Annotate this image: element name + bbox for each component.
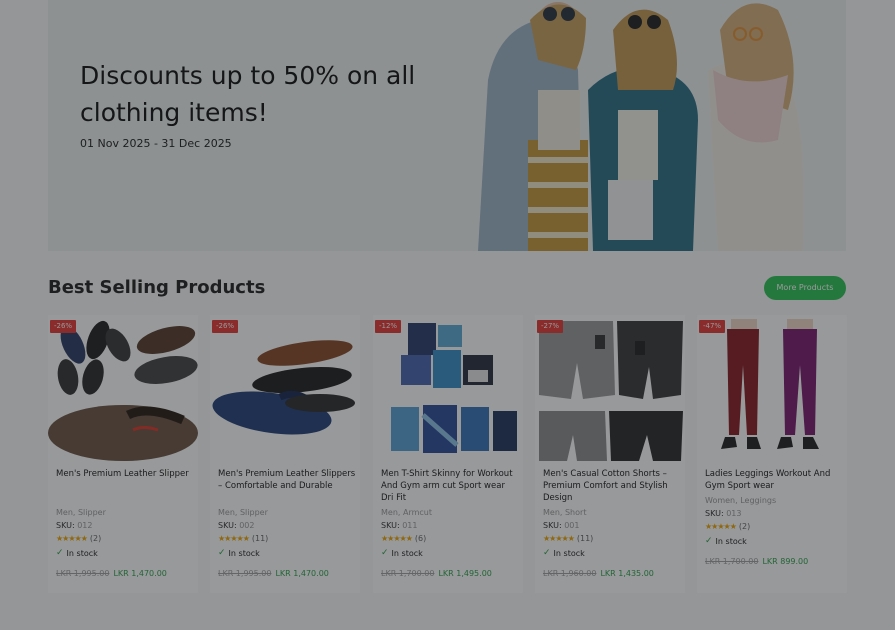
modal-overlay[interactable] [0, 0, 895, 630]
